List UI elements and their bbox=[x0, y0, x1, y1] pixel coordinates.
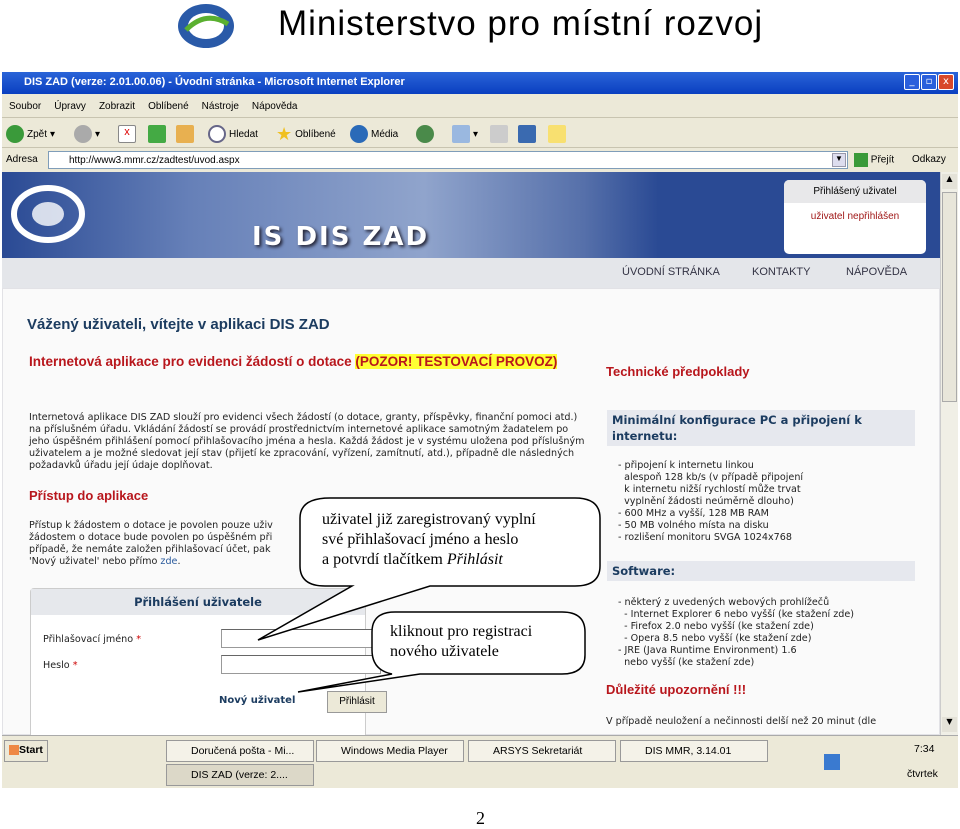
callout-shapes bbox=[257, 497, 601, 693]
callout-login-text: uživatel již zaregistrovaný vyplní své p… bbox=[322, 511, 536, 568]
callout-register-text: kliknout pro registraci nového uživatele bbox=[390, 623, 533, 660]
